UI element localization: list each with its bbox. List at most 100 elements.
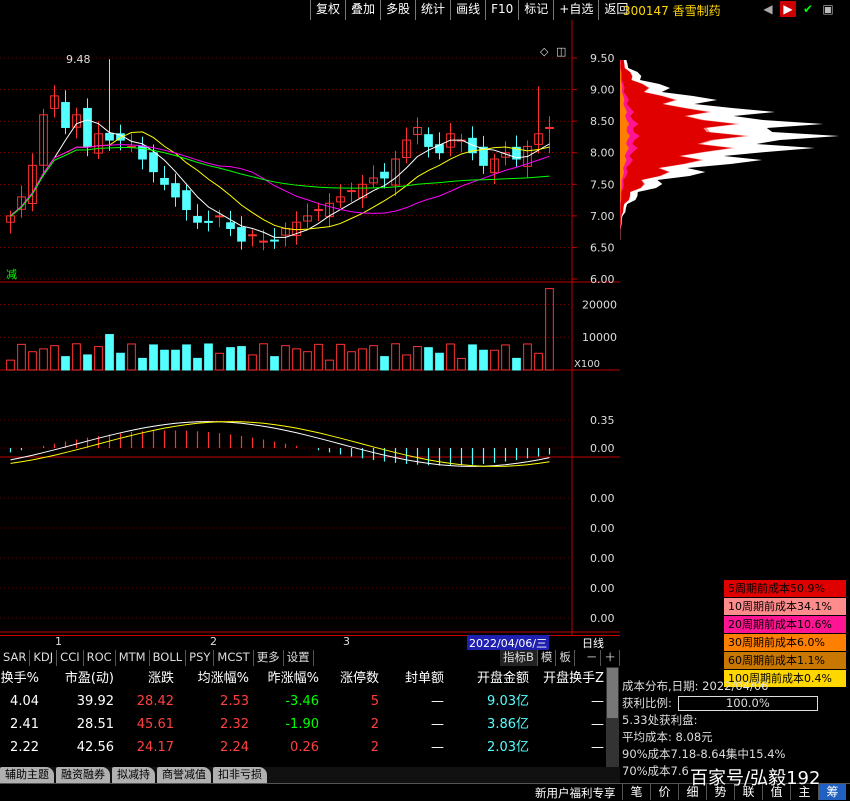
menu-item[interactable]: 复权 <box>310 0 346 20</box>
table-scrollbar[interactable] <box>606 667 619 767</box>
candle-body <box>171 183 180 198</box>
volume-bar <box>83 354 92 371</box>
volume-bar <box>347 351 356 371</box>
table-row[interactable]: 4.04 39.92 28.42 2.53 -3.46 5 — 9.03亿 — <box>0 690 620 713</box>
pin-icon[interactable]: ✔ <box>800 1 816 17</box>
table-cell: 2.22 <box>10 740 39 755</box>
volume-bar <box>127 343 136 371</box>
volume-bar <box>149 344 158 371</box>
indicator-tab-kdj[interactable]: KDJ <box>30 650 58 666</box>
volume-bar <box>424 347 433 371</box>
template-button[interactable]: 模 <box>538 650 557 666</box>
plus-button[interactable]: ＋ <box>601 650 620 666</box>
table-cell: -3.46 <box>285 694 319 709</box>
avg-cost: 平均成本: 8.08元 <box>622 730 713 744</box>
volume-bar <box>39 348 48 371</box>
empty-tick-label: 0.00 <box>590 582 615 595</box>
status-button[interactable]: 价 <box>650 784 678 800</box>
volume-bar <box>94 346 103 371</box>
indicator-tab-mtm[interactable]: MTM <box>116 650 150 666</box>
indicator-b-button[interactable]: 指标B <box>500 650 538 666</box>
toggle-icon: ◫ <box>556 45 566 58</box>
bottom-tabs: 辅助主题 融资融券 拟减持 商誉减值 扣非亏损 <box>0 767 620 783</box>
candle-body <box>237 227 246 242</box>
column-header[interactable]: 开盘换手Z <box>535 667 610 690</box>
indicator-tab-cci[interactable]: CCI <box>57 650 84 666</box>
indicator-tab-boll[interactable]: BOLL <box>150 650 187 666</box>
profit-label: 获利比例: <box>622 696 672 710</box>
volume-bar <box>314 343 323 371</box>
volume-bar <box>512 357 521 371</box>
menu-item[interactable]: 标记 <box>518 0 554 20</box>
price-tick-label: 7.00 <box>590 210 615 223</box>
candle-body <box>226 222 235 229</box>
chip-legend-item: 5周期前成本50.9% <box>724 580 846 597</box>
board-button[interactable]: 板 <box>556 650 575 666</box>
candle-body <box>160 177 169 185</box>
volume-bar <box>72 343 81 371</box>
column-header[interactable]: 封单额 <box>385 667 450 690</box>
price-tick-label: 6.00 <box>590 273 615 286</box>
column-header[interactable]: 均涨幅% <box>180 667 255 690</box>
volume-bar <box>380 356 389 371</box>
bottom-tab[interactable]: 扣非亏损 <box>213 767 267 783</box>
candle-body <box>424 134 433 147</box>
minus-button[interactable]: － <box>583 650 602 666</box>
volume-bar <box>303 351 312 371</box>
volume-bar <box>171 349 180 371</box>
volume-bar <box>50 345 59 371</box>
speaker-icon[interactable]: ◀ <box>760 1 776 17</box>
diamond-icon: ◇ <box>540 45 549 58</box>
menu-item[interactable]: 多股 <box>380 0 416 20</box>
menu-item[interactable]: 画线 <box>450 0 486 20</box>
indicator-tab-psy[interactable]: PSY <box>186 650 215 666</box>
bottom-tab[interactable]: 商誉减值 <box>157 767 211 783</box>
menu-item[interactable]: F10 <box>485 0 519 20</box>
indicator-right: 指标B 模 板 － ＋ <box>500 650 620 667</box>
window-icon[interactable]: ▣ <box>820 1 836 17</box>
bottom-tab[interactable]: 融资融券 <box>56 767 110 783</box>
candle-body <box>380 171 389 179</box>
empty-tick-label: 0.00 <box>590 552 615 565</box>
column-header[interactable]: 涨停数 <box>325 667 385 690</box>
chip-date-line: 成本分布,日期: 2022/04/06 <box>622 679 769 693</box>
menu-item[interactable]: 统计 <box>415 0 451 20</box>
candle-body <box>182 190 191 211</box>
chart-area[interactable]: 9.50 9.00 8.50 8.00 7.50 7.00 6.50 6.00 9.48 ◇ ◫ 减 2… <box>0 20 620 635</box>
volume-bar <box>138 357 147 371</box>
table-cell: — <box>591 740 604 755</box>
candle-body <box>204 220 213 223</box>
macd-tick-label: 0.35 <box>590 414 615 427</box>
indicator-tab-roc[interactable]: ROC <box>84 650 116 666</box>
candle-body <box>105 132 114 141</box>
time-mark: 3 <box>343 635 350 648</box>
flag-icon[interactable]: ▶ <box>780 1 796 17</box>
period-label[interactable]: 日线 <box>582 635 604 651</box>
menu-item[interactable]: +自选 <box>553 0 599 20</box>
column-header[interactable]: 换手% <box>0 667 45 690</box>
scrollbar-thumb[interactable] <box>607 668 618 718</box>
table-row[interactable]: 2.22 42.56 24.17 2.24 0.26 2 — 2.03亿 — <box>0 736 620 759</box>
bottom-tab[interactable]: 辅助主题 <box>0 767 54 783</box>
indicator-tab-更多[interactable]: 更多 <box>254 650 284 666</box>
watermark: 百家号/弘毅192 <box>690 768 821 789</box>
column-header[interactable]: 市盈(动) <box>45 667 120 690</box>
candle-body <box>347 190 356 193</box>
column-header[interactable]: 开盘金额 <box>450 667 535 690</box>
table-row[interactable]: 2.41 28.51 45.61 2.32 -1.90 2 — 3.86亿 — <box>0 713 620 736</box>
column-header[interactable]: 昨涨幅% <box>255 667 325 690</box>
status-button[interactable]: 筹 <box>818 784 846 800</box>
menu-item[interactable]: 叠加 <box>345 0 381 20</box>
indicator-tab-设置[interactable]: 设置 <box>284 650 314 666</box>
volume-bar <box>160 349 169 371</box>
stock-name: 香雪制药 <box>672 4 721 18</box>
table-cell: 2 <box>370 717 379 732</box>
table-cell: — <box>591 717 604 732</box>
volume-bar <box>248 354 257 371</box>
indicator-tab-sar[interactable]: SAR <box>0 650 31 666</box>
column-header[interactable]: 涨跌 <box>120 667 180 690</box>
indicator-tab-mcst[interactable]: MCST <box>214 650 254 666</box>
bottom-tab[interactable]: 拟减持 <box>112 767 155 783</box>
promo-text[interactable]: 新用户福利专享 <box>535 785 616 801</box>
status-button[interactable]: 笔 <box>622 784 650 800</box>
